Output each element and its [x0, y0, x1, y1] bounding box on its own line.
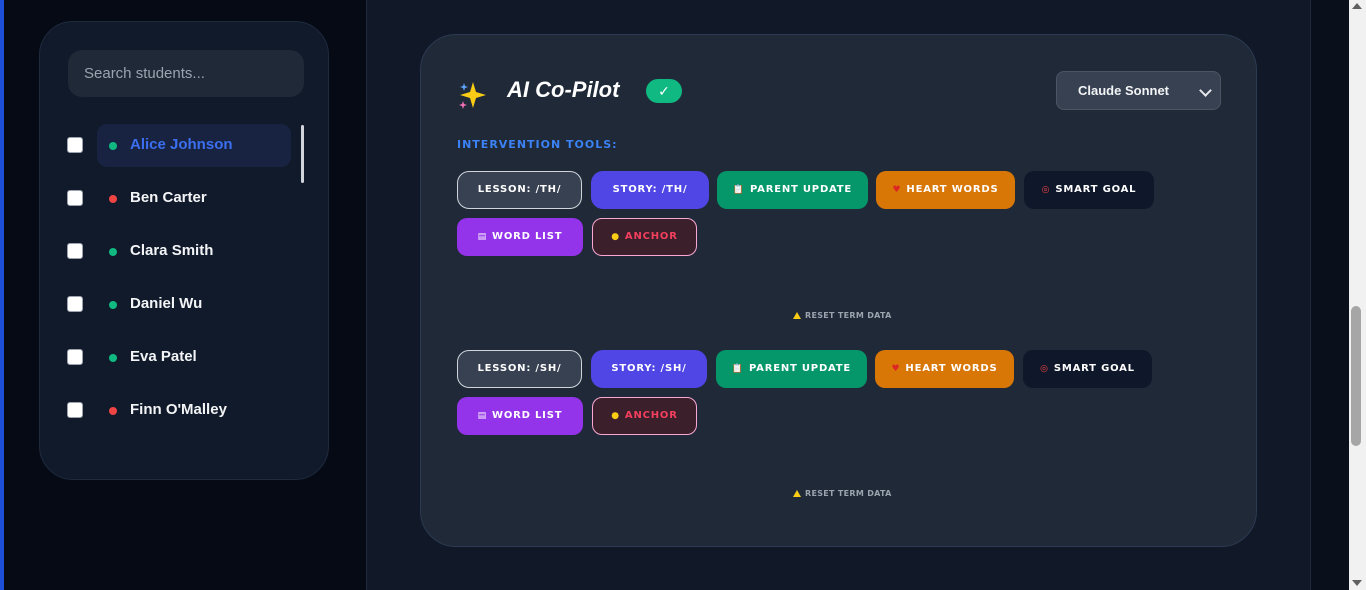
- clipboard-icon: 📋: [731, 364, 744, 374]
- student-item-ben-carter[interactable]: Ben Carter: [97, 177, 291, 220]
- reset-term-data-link[interactable]: RESET TERM DATA: [793, 311, 892, 320]
- lesson-button[interactable]: LESSON: /TH/: [457, 171, 582, 209]
- smart-goal-button[interactable]: ◎ SMART GOAL: [1023, 350, 1152, 388]
- story-button[interactable]: STORY: /TH/: [591, 171, 709, 209]
- heart-words-button[interactable]: ♥ HEART WORDS: [875, 350, 1014, 388]
- section-label: INTERVENTION TOOLS:: [457, 138, 618, 151]
- word-list-button[interactable]: ▤ WORD LIST: [457, 218, 583, 256]
- reset-term-data-link[interactable]: RESET TERM DATA: [793, 489, 892, 498]
- student-name: Finn O'Malley: [130, 401, 227, 418]
- status-dot: [109, 407, 117, 415]
- notepad-icon: ▤: [477, 411, 487, 421]
- anchor-button[interactable]: ● ANCHOR: [592, 218, 697, 256]
- student-item-eva-patel[interactable]: Eva Patel: [97, 336, 291, 379]
- chevron-down-icon: [1199, 84, 1212, 97]
- scroll-down-arrow-icon[interactable]: [1352, 580, 1362, 586]
- status-dot: [109, 354, 117, 362]
- status-dot: [109, 142, 117, 150]
- scroll-up-arrow-icon[interactable]: [1352, 3, 1362, 9]
- ai-copilot-panel: AI Co-Pilot ✓ Claude Sonnet INTERVENTION…: [420, 34, 1257, 547]
- heart-words-button[interactable]: ♥ HEART WORDS: [876, 171, 1015, 209]
- student-item-clara-smith[interactable]: Clara Smith: [97, 230, 291, 273]
- sparkles-icon: [459, 82, 486, 109]
- student-name: Ben Carter: [130, 189, 207, 206]
- student-item-finn-omalley[interactable]: Finn O'Malley: [97, 389, 291, 432]
- button-label: PARENT UPDATE: [749, 184, 853, 195]
- list-item[interactable]: Eva Patel: [40, 335, 330, 388]
- student-list-scrollbar[interactable]: [301, 125, 304, 183]
- reset-label: RESET TERM DATA: [805, 489, 892, 498]
- smart-goal-button[interactable]: ◎ SMART GOAL: [1024, 171, 1154, 209]
- model-select-value: Claude Sonnet: [1078, 83, 1170, 98]
- warning-icon: [793, 312, 801, 319]
- scrollbar-thumb[interactable]: [1351, 306, 1361, 446]
- panel-title: AI Co-Pilot: [507, 77, 620, 102]
- button-label: ANCHOR: [624, 231, 678, 242]
- heart-icon: ♥: [892, 185, 902, 195]
- student-checkbox[interactable]: [67, 296, 83, 312]
- right-gutter: [1311, 0, 1349, 590]
- student-name: Clara Smith: [130, 242, 214, 259]
- page-scrollbar[interactable]: [1349, 0, 1366, 590]
- word-list-button[interactable]: ▤ WORD LIST: [457, 397, 583, 435]
- student-name: Daniel Wu: [130, 295, 203, 312]
- status-dot: [109, 195, 117, 203]
- parent-update-button[interactable]: 📋 PARENT UPDATE: [716, 350, 867, 388]
- student-checkbox[interactable]: [67, 349, 83, 365]
- button-label: LESSON: /TH/: [477, 184, 562, 195]
- window-edge: [0, 0, 4, 590]
- target-icon: ◎: [1040, 364, 1049, 374]
- button-label: STORY: /TH/: [612, 184, 688, 195]
- parent-update-button[interactable]: 📋 PARENT UPDATE: [717, 171, 868, 209]
- target-icon: ◎: [1041, 185, 1051, 195]
- student-checkbox[interactable]: [67, 190, 83, 206]
- student-checkbox[interactable]: [67, 137, 83, 153]
- list-item[interactable]: Ben Carter: [40, 176, 330, 229]
- list-item[interactable]: Clara Smith: [40, 229, 330, 282]
- button-label: PARENT UPDATE: [748, 363, 852, 374]
- student-sidebar: Alice Johnson Ben Carter Clara Smith Dan…: [39, 21, 329, 480]
- button-label: HEART WORDS: [906, 184, 999, 195]
- button-label: WORD LIST: [491, 410, 563, 421]
- student-list: Alice Johnson Ben Carter Clara Smith Dan…: [40, 123, 330, 441]
- button-label: WORD LIST: [491, 231, 563, 242]
- search-input[interactable]: [68, 50, 304, 97]
- brain-icon: ●: [611, 411, 620, 421]
- student-name: Eva Patel: [130, 348, 197, 365]
- status-badge: ✓: [646, 79, 682, 103]
- button-label: HEART WORDS: [905, 363, 998, 374]
- button-label: STORY: /SH/: [611, 363, 687, 374]
- status-dot: [109, 248, 117, 256]
- list-item[interactable]: Alice Johnson: [40, 123, 330, 176]
- button-label: SMART GOAL: [1055, 184, 1137, 195]
- brain-icon: ●: [611, 232, 620, 242]
- list-item[interactable]: Daniel Wu: [40, 282, 330, 335]
- lesson-button[interactable]: LESSON: /SH/: [457, 350, 582, 388]
- heart-icon: ♥: [891, 364, 901, 374]
- notepad-icon: ▤: [477, 232, 487, 242]
- clipboard-icon: 📋: [732, 185, 745, 195]
- button-label: SMART GOAL: [1053, 363, 1135, 374]
- student-checkbox[interactable]: [67, 243, 83, 259]
- student-checkbox[interactable]: [67, 402, 83, 418]
- student-item-daniel-wu[interactable]: Daniel Wu: [97, 283, 291, 326]
- story-button[interactable]: STORY: /SH/: [591, 350, 707, 388]
- button-label: ANCHOR: [624, 410, 678, 421]
- reset-label: RESET TERM DATA: [805, 311, 892, 320]
- warning-icon: [793, 490, 801, 497]
- status-dot: [109, 301, 117, 309]
- student-name: Alice Johnson: [130, 136, 233, 153]
- model-select[interactable]: Claude Sonnet: [1056, 71, 1221, 110]
- button-label: LESSON: /SH/: [477, 363, 562, 374]
- anchor-button[interactable]: ● ANCHOR: [592, 397, 697, 435]
- student-item-alice-johnson[interactable]: Alice Johnson: [97, 124, 291, 167]
- list-item[interactable]: Finn O'Malley: [40, 388, 330, 441]
